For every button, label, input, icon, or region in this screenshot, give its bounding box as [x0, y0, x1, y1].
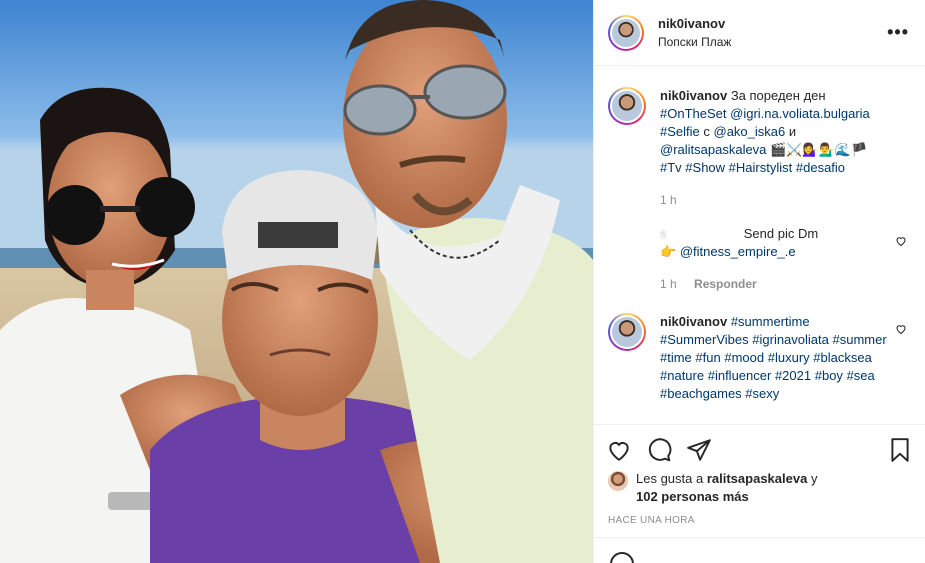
mention[interactable]: @igri.na.voliata.bulgaria [730, 106, 870, 121]
paper-plane-icon[interactable] [686, 437, 712, 463]
hashtag[interactable]: #beachgames [660, 386, 742, 401]
comment-body: s Send pic Dm 👉 @fitness_empire_.e 1 h R… [660, 225, 890, 293]
avatar-photo [610, 315, 644, 349]
hashtag[interactable]: #blacksea [813, 350, 872, 365]
comment-username[interactable]: nik0ivanov [660, 314, 727, 329]
hashtag[interactable]: #sea [847, 368, 875, 383]
likes-others[interactable]: 102 personas más [636, 489, 749, 504]
likes-text: Les gusta a ralitsapaskaleva y 102 perso… [636, 470, 817, 506]
liker-username[interactable]: ralitsapaskaleva [707, 471, 807, 486]
comments-list[interactable]: nik0ivanov За пореден ден #OnTheSet @igr… [594, 67, 925, 424]
caption-username[interactable]: nik0ivanov [660, 88, 727, 103]
comment: nik0ivanov #summertime #SummerVibes #igr… [608, 313, 911, 403]
hashtag[interactable]: #SummerVibes [660, 332, 749, 347]
hashtag[interactable]: #desafio [796, 160, 845, 175]
hashtag[interactable]: #summer [833, 332, 887, 347]
add-comment-bar [594, 537, 925, 563]
caption: nik0ivanov За пореден ден #OnTheSet @igr… [608, 87, 911, 209]
hashtag[interactable]: #luxury [768, 350, 810, 365]
comment-username-blurred: s [660, 226, 667, 241]
hashtag[interactable]: #Selfie [660, 124, 700, 139]
action-bar [594, 424, 925, 474]
hashtag[interactable]: #boy [815, 368, 843, 383]
caption-text: За пореден ден [730, 88, 826, 103]
hashtag[interactable]: #influencer [708, 368, 772, 383]
likes-suffix: y [810, 471, 818, 486]
bookmark-icon[interactable] [887, 437, 913, 463]
hashtag[interactable]: #time [660, 350, 692, 365]
hashtag[interactable]: #nature [660, 368, 704, 383]
likes-prefix: Les gusta a [636, 471, 704, 486]
hashtag[interactable]: #Tv [660, 160, 682, 175]
author-username[interactable]: nik0ivanov [658, 16, 887, 31]
hashtag[interactable]: #Hairstylist [729, 160, 793, 175]
comment-body: nik0ivanov #summertime #SummerVibes #igr… [660, 313, 890, 403]
reply-button[interactable]: Responder [694, 277, 757, 291]
comment-meta: 1 h Responder [660, 275, 890, 293]
hashtag[interactable]: #fun [695, 350, 720, 365]
more-options-icon[interactable]: ••• [887, 22, 909, 43]
hashtag[interactable]: #sexy [745, 386, 779, 401]
post-header: nik0ivanov Попски Плаж ••• [594, 0, 925, 66]
comment-text: Send pic Dm [743, 226, 819, 241]
avatar-photo [610, 89, 644, 123]
hashtag[interactable]: #OnTheSet [660, 106, 727, 121]
caption-text: и [788, 124, 797, 139]
caption-avatar[interactable] [608, 87, 646, 125]
likes-summary: Les gusta a ralitsapaskaleva y 102 perso… [608, 470, 911, 506]
post-photo[interactable] [0, 0, 593, 563]
caption-meta: 1 h [660, 191, 890, 209]
pointer-emoji: 👉 [660, 244, 677, 259]
caption-time: 1 h [660, 193, 677, 207]
post-timestamp[interactable]: HACE UNA HORA [608, 515, 695, 526]
hashtag[interactable]: #Show [685, 160, 725, 175]
caption-text: с [703, 124, 710, 139]
author-avatar[interactable] [608, 14, 644, 51]
comment-avatar-placeholder [608, 225, 646, 293]
instagram-post: nik0ivanov Попски Плаж ••• nik0ivanov За… [0, 0, 925, 563]
comment-time: 1 h [660, 277, 677, 291]
hashtag[interactable]: #igrinavoliata [752, 332, 829, 347]
caption-emojis: 🎬⚔️💁‍♀️💁‍♂️🌊🏴 [770, 142, 868, 157]
mention[interactable]: @ako_iska6 [714, 124, 786, 139]
caption-body: nik0ivanov За пореден ден #OnTheSet @igr… [660, 87, 890, 209]
comment-like-icon[interactable] [895, 235, 907, 247]
emoji-icon[interactable] [610, 552, 634, 563]
comment: s Send pic Dm 👉 @fitness_empire_.e 1 h R… [608, 225, 911, 293]
post-location[interactable]: Попски Плаж [658, 35, 887, 49]
hashtag[interactable]: #summertime [731, 314, 810, 329]
comment-avatar[interactable] [608, 313, 646, 351]
comment-bubble-icon[interactable] [646, 437, 672, 463]
post-side-panel: nik0ivanov Попски Плаж ••• nik0ivanov За… [593, 0, 925, 563]
avatar-photo [610, 16, 642, 49]
mention[interactable]: @ralitsapaskaleva [660, 142, 766, 157]
hashtag[interactable]: #mood [724, 350, 764, 365]
header-text: nik0ivanov Попски Плаж [658, 16, 887, 49]
hashtag[interactable]: #2021 [775, 368, 811, 383]
mention[interactable]: @fitness_empire_.e [680, 244, 796, 259]
comment-like-icon[interactable] [895, 323, 907, 335]
heart-outline-icon[interactable] [606, 437, 632, 463]
selfie-illustration [0, 0, 593, 563]
liker-avatar[interactable] [608, 471, 628, 491]
